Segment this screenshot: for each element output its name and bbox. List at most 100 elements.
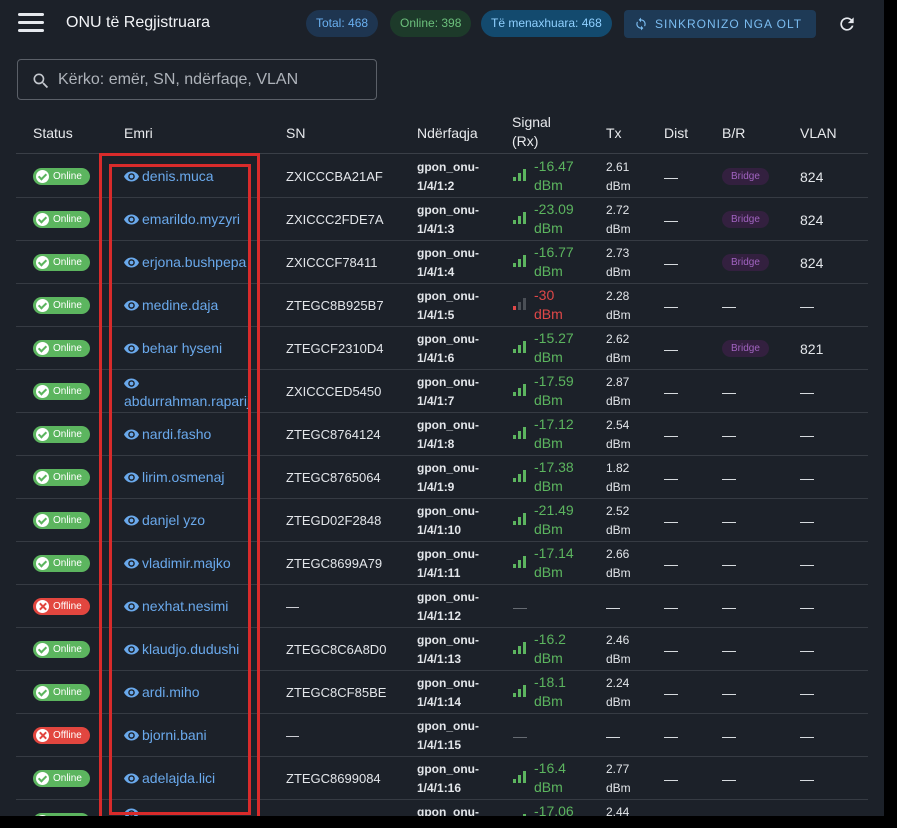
- signal-rx-unit: dBm: [534, 349, 563, 365]
- eye-icon[interactable]: [124, 298, 139, 311]
- tx-cell: 2.44: [606, 803, 629, 816]
- onu-name-link[interactable]: denis.muca: [124, 168, 254, 184]
- column-name[interactable]: Emri: [124, 125, 153, 141]
- signal-strength-icon: [513, 470, 527, 482]
- br-value: —: [722, 728, 736, 744]
- tx-cell: 2.24 dBm: [606, 674, 631, 712]
- onu-name-link[interactable]: bjorni.bani: [124, 727, 254, 743]
- cancel-circle-icon: [36, 600, 49, 613]
- table-row: Offline nexhat.nesimi — gpon_onu-1/4/1:12 — —…: [16, 585, 868, 628]
- eye-icon[interactable]: [124, 255, 139, 268]
- column-distance[interactable]: Dist: [664, 125, 688, 141]
- eye-icon[interactable]: [124, 599, 139, 612]
- column-interface[interactable]: Ndërfaqja: [417, 125, 478, 141]
- br-value: —: [722, 642, 736, 658]
- signal-rx-value: -23.09: [534, 201, 574, 217]
- search-icon: [33, 73, 49, 89]
- tx-value: 1.82: [606, 461, 630, 475]
- onu-name-link[interactable]: lirim.osmenaj: [124, 469, 254, 485]
- signal-strength-icon: [513, 642, 527, 654]
- distance-value: —: [664, 212, 678, 228]
- distance-value: —: [664, 470, 678, 486]
- interface-value: gpon_onu-1/4/1:13: [417, 633, 479, 666]
- status-label: Online: [53, 343, 82, 354]
- eye-icon[interactable]: [124, 212, 139, 225]
- eye-icon[interactable]: [124, 169, 139, 182]
- signal-strength-icon: [513, 212, 527, 224]
- eye-icon[interactable]: [124, 771, 139, 784]
- column-status[interactable]: Status: [33, 125, 73, 141]
- onu-name-link[interactable]: adelajda.lici: [124, 770, 254, 786]
- tx-unit: dBm: [606, 308, 631, 322]
- tx-cell: 2.46 dBm: [606, 631, 631, 669]
- onu-name-link[interactable]: medine.daja: [124, 297, 254, 313]
- signal-rx-unit: dBm: [534, 263, 563, 279]
- vlan-value: —: [800, 771, 814, 787]
- onu-name-link[interactable]: klaudjo.dudushi: [124, 641, 254, 657]
- sn-value: ZXICCCED5450: [286, 384, 382, 399]
- onu-name-link[interactable]: ardi.miho: [124, 684, 254, 700]
- status-label: Online: [53, 257, 82, 268]
- onu-name-link[interactable]: nexhat.nesimi: [124, 598, 254, 614]
- onu-name-link[interactable]: behar hyseni: [124, 340, 254, 356]
- distance-value: —: [664, 341, 678, 357]
- eye-icon[interactable]: [124, 642, 139, 655]
- distance-value: —: [664, 384, 678, 400]
- eye-icon[interactable]: [124, 513, 139, 526]
- column-vlan[interactable]: VLAN: [800, 125, 837, 141]
- eye-icon[interactable]: [124, 470, 139, 483]
- status-badge: Online: [33, 512, 90, 529]
- eye-icon[interactable]: [124, 556, 139, 569]
- onu-name-link[interactable]: [124, 804, 254, 816]
- eye-icon[interactable]: [124, 341, 139, 354]
- menu-icon[interactable]: [18, 12, 44, 34]
- sync-from-olt-button[interactable]: SINKRONIZO NGA OLT: [624, 10, 816, 38]
- onu-name-link[interactable]: abdurrahman.raparij: [124, 374, 254, 410]
- interface-value: gpon_onu-1/4/1:8: [417, 418, 479, 451]
- status-label: Online: [53, 300, 82, 311]
- signal-strength-icon: [513, 427, 527, 439]
- sn-value: ZTEGC8699084: [286, 771, 381, 786]
- interface-value: gpon_onu-1/4/1:2: [417, 160, 479, 193]
- onu-name-label: behar hyseni: [142, 340, 223, 356]
- eye-icon[interactable]: [124, 375, 139, 389]
- check-circle-icon: [36, 514, 49, 527]
- column-signal-rx[interactable]: Signal (Rx): [512, 113, 551, 151]
- signal-rx-cell: -17.59 dBm: [513, 372, 603, 412]
- onu-name-link[interactable]: nardi.fasho: [124, 426, 254, 442]
- onu-name-label: lirim.osmenaj: [142, 469, 225, 485]
- vlan-value: —: [800, 728, 814, 744]
- tx-cell: 2.28 dBm: [606, 287, 631, 325]
- signal-rx-cell: -30 dBm: [513, 286, 603, 326]
- onu-name-link[interactable]: vladimir.majko: [124, 555, 254, 571]
- column-sn[interactable]: SN: [286, 125, 305, 141]
- tx-cell: 2.61 dBm: [606, 158, 631, 196]
- signal-rx-cell: —: [513, 587, 603, 627]
- signal-rx-cell: -23.09 dBm: [513, 200, 603, 240]
- signal-strength-icon: [513, 298, 527, 310]
- refresh-icon[interactable]: [837, 14, 857, 34]
- search-input[interactable]: [58, 68, 368, 92]
- vlan-value: —: [800, 298, 814, 314]
- status-badge: Offline: [33, 598, 90, 615]
- eye-icon[interactable]: [124, 805, 139, 816]
- status-badge: Online: [33, 469, 90, 486]
- signal-rx-value: -17.59: [534, 373, 574, 389]
- vlan-value: —: [800, 470, 814, 486]
- column-bridge-router[interactable]: B/R: [722, 125, 745, 141]
- interface-value: gpon_onu-1/4/1:3: [417, 203, 479, 236]
- eye-icon[interactable]: [124, 728, 139, 741]
- column-tx[interactable]: Tx: [606, 125, 622, 141]
- interface-value: gpon_onu-1/4/1:12: [417, 590, 479, 623]
- signal-rx-value: -16.47: [534, 158, 574, 174]
- onu-name-link[interactable]: danjel yzo: [124, 512, 254, 528]
- status-badge: Online: [33, 297, 90, 314]
- onu-name-label: nexhat.nesimi: [142, 598, 229, 614]
- eye-icon[interactable]: [124, 427, 139, 440]
- onu-name-link[interactable]: emarildo.myzyri: [124, 211, 254, 227]
- interface-value: gpon_onu-1/4/1:15: [417, 719, 479, 752]
- eye-icon[interactable]: [124, 685, 139, 698]
- onu-name-link[interactable]: erjona.bushpepa: [124, 254, 254, 270]
- signal-rx-cell: -17.12 dBm: [513, 415, 603, 455]
- tx-unit: dBm: [606, 179, 631, 193]
